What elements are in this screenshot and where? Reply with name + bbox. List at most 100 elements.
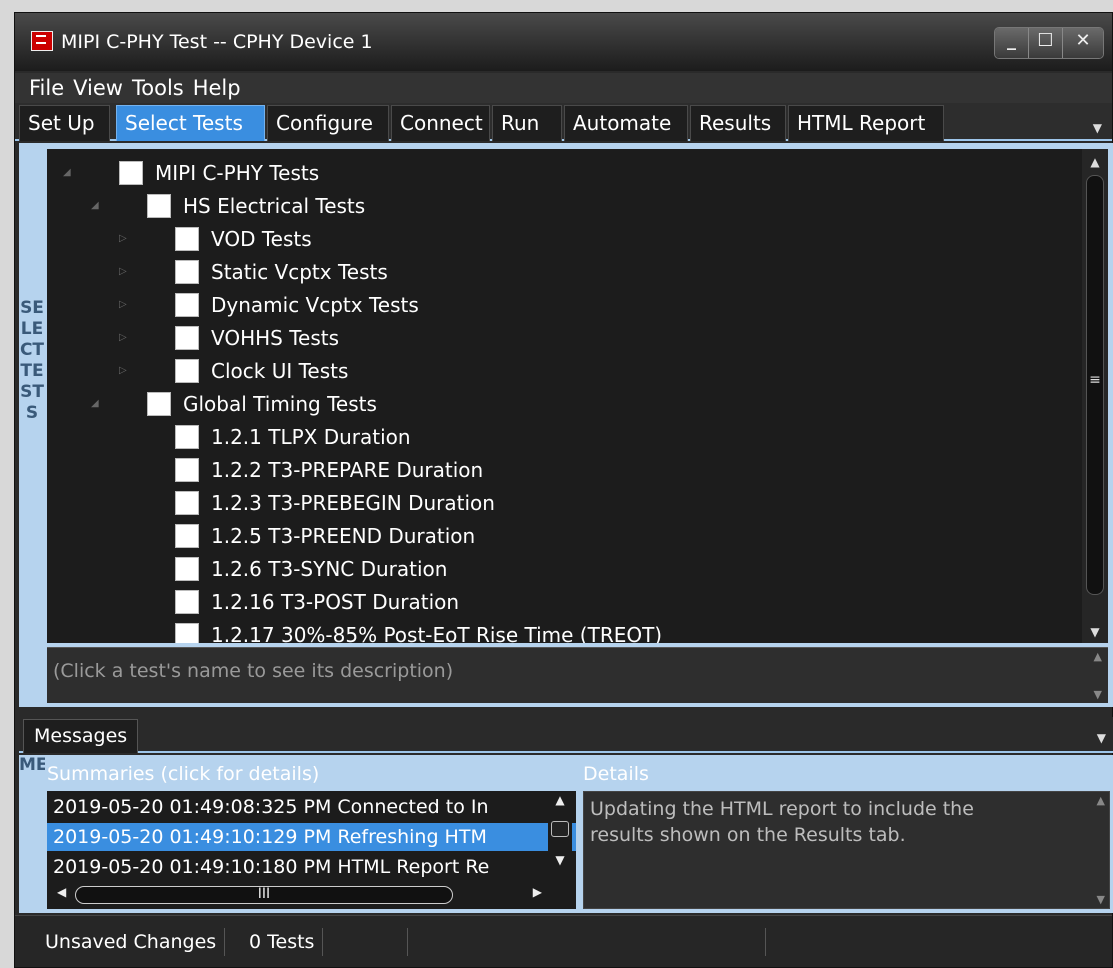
test-checkbox[interactable] xyxy=(175,491,199,515)
summaries-scroll-down-icon[interactable]: ▼ xyxy=(548,853,572,867)
scroll-up-icon[interactable]: ▲ xyxy=(1082,155,1108,169)
summaries-scroll-up-icon[interactable]: ▲ xyxy=(548,793,572,807)
tree-expanded-icon[interactable]: ◢ xyxy=(91,398,99,409)
summary-row[interactable]: 2019-05-20 01:49:10:129 PM Refreshing HT… xyxy=(47,823,576,851)
test-checkbox[interactable] xyxy=(119,161,143,185)
test-checkbox[interactable] xyxy=(175,293,199,317)
tree-collapsed-icon[interactable]: ▷ xyxy=(119,233,127,244)
tab-set-up[interactable]: Set Up xyxy=(19,105,110,141)
test-checkbox[interactable] xyxy=(147,392,171,416)
tree-row[interactable]: ◢ Global Timing Tests xyxy=(47,388,1082,421)
title-bar[interactable]: MIPI C-PHY Test -- CPHY Device 1 _ ☐ ✕ xyxy=(15,13,1112,71)
minimize-icon: _ xyxy=(1007,30,1016,51)
tree-scroll-thumb[interactable]: ≡ xyxy=(1086,175,1104,595)
maximize-button[interactable]: ☐ xyxy=(1029,28,1063,58)
tree-expanded-icon[interactable]: ◢ xyxy=(63,167,71,178)
summaries-hscroll-thumb[interactable]: III xyxy=(75,886,453,904)
menu-tools[interactable]: Tools xyxy=(132,76,184,100)
test-label[interactable]: VOD Tests xyxy=(211,227,312,251)
test-label[interactable]: 1.2.3 T3-PREBEGIN Duration xyxy=(211,491,495,515)
test-label[interactable]: Clock UI Tests xyxy=(211,359,348,383)
test-label[interactable]: 1.2.2 T3-PREPARE Duration xyxy=(211,458,483,482)
test-label[interactable]: 1.2.16 T3-POST Duration xyxy=(211,590,459,614)
tree-expanded-icon[interactable]: ◢ xyxy=(91,200,99,211)
tab-html-report[interactable]: HTML Report xyxy=(788,105,944,141)
select-tests-side-strip: SELECT TESTS xyxy=(19,143,45,707)
close-button[interactable]: ✕ xyxy=(1063,28,1103,58)
menu-view[interactable]: View xyxy=(73,76,123,100)
scroll-left-icon[interactable]: ◀ xyxy=(57,885,66,899)
tab-results[interactable]: Results xyxy=(690,105,786,141)
window-title: MIPI C-PHY Test -- CPHY Device 1 xyxy=(61,31,373,53)
scroll-down-icon[interactable]: ▼ xyxy=(1082,625,1108,639)
tab-run[interactable]: Run xyxy=(492,105,562,141)
status-test-count: 0 Tests xyxy=(241,928,324,956)
tree-row[interactable]: ▷ Static Vcptx Tests xyxy=(47,256,1082,289)
test-label[interactable]: 1.2.5 T3-PREEND Duration xyxy=(211,524,475,548)
summaries-vscrollbar[interactable]: ▲ ▼ xyxy=(548,791,572,881)
tree-row[interactable]: 1.2.1 TLPX Duration xyxy=(47,421,1082,454)
tree-row[interactable]: ▷ Dynamic Vcptx Tests xyxy=(47,289,1082,322)
details-scroll-down-icon[interactable]: ▼ xyxy=(1097,893,1105,906)
test-checkbox[interactable] xyxy=(175,227,199,251)
tab-automate[interactable]: Automate xyxy=(564,105,688,141)
tree-row[interactable]: ▷ VOHHS Tests xyxy=(47,322,1082,355)
minimize-button[interactable]: _ xyxy=(995,28,1029,58)
summary-row[interactable]: 2019-05-20 01:49:10:180 PM HTML Report R… xyxy=(47,853,576,881)
test-description-box: (Click a test's name to see its descript… xyxy=(47,647,1108,703)
test-checkbox[interactable] xyxy=(175,425,199,449)
test-checkbox[interactable] xyxy=(175,458,199,482)
tab-configure[interactable]: Configure xyxy=(267,105,389,141)
test-checkbox[interactable] xyxy=(175,623,199,643)
tree-row[interactable]: 1.2.5 T3-PREEND Duration xyxy=(47,520,1082,553)
desc-scroll-down-icon[interactable]: ▼ xyxy=(1094,688,1102,701)
test-checkbox[interactable] xyxy=(175,524,199,548)
tree-row[interactable]: ▷ VOD Tests xyxy=(47,223,1082,256)
summaries-scroll-thumb[interactable] xyxy=(551,821,569,837)
tree-scrollbar[interactable]: ▲ ≡ ▼ xyxy=(1082,149,1108,643)
tree-row[interactable]: ◢ MIPI C-PHY Tests xyxy=(47,157,1082,190)
test-checkbox[interactable] xyxy=(175,590,199,614)
test-checkbox[interactable] xyxy=(175,557,199,581)
tree-collapsed-icon[interactable]: ▷ xyxy=(119,266,127,277)
tabs-dropdown-icon[interactable]: ▼ xyxy=(1093,121,1102,135)
test-checkbox[interactable] xyxy=(175,326,199,350)
tab-messages[interactable]: Messages xyxy=(23,719,139,753)
test-label[interactable]: Global Timing Tests xyxy=(183,392,377,416)
tree-row[interactable]: 1.2.3 T3-PREBEGIN Duration xyxy=(47,487,1082,520)
scroll-right-icon[interactable]: ▶ xyxy=(533,885,542,899)
desc-scroll-up-icon[interactable]: ▲ xyxy=(1094,650,1102,663)
test-label[interactable]: MIPI C-PHY Tests xyxy=(155,161,319,185)
tab-connect[interactable]: Connect xyxy=(391,105,490,141)
details-scroll-up-icon[interactable]: ▲ xyxy=(1097,794,1105,807)
menu-help[interactable]: Help xyxy=(193,76,241,100)
summaries-hscrollbar[interactable]: ◀ III ▶ xyxy=(47,883,552,907)
maximize-icon: ☐ xyxy=(1037,30,1054,51)
menu-file[interactable]: File xyxy=(29,76,64,100)
summary-row[interactable]: 2019-05-20 01:49:08:325 PM Connected to … xyxy=(47,793,576,821)
tree-collapsed-icon[interactable]: ▷ xyxy=(119,332,127,343)
messages-dropdown-icon[interactable]: ▼ xyxy=(1097,731,1106,745)
test-label[interactable]: Static Vcptx Tests xyxy=(211,260,388,284)
tree-row[interactable]: 1.2.16 T3-POST Duration xyxy=(47,586,1082,619)
summaries-header: Summaries (click for details) xyxy=(47,763,320,785)
tree-collapsed-icon[interactable]: ▷ xyxy=(119,299,127,310)
test-label[interactable]: VOHHS Tests xyxy=(211,326,339,350)
status-divider xyxy=(407,928,408,956)
tree-collapsed-icon[interactable]: ▷ xyxy=(119,365,127,376)
test-checkbox[interactable] xyxy=(147,194,171,218)
tree-row[interactable]: 1.2.17 30%-85% Post-EoT Rise Time (TREOT… xyxy=(47,619,1082,643)
test-checkbox[interactable] xyxy=(175,359,199,383)
close-icon: ✕ xyxy=(1075,30,1091,51)
test-checkbox[interactable] xyxy=(175,260,199,284)
tree-row[interactable]: ◢ HS Electrical Tests xyxy=(47,190,1082,223)
test-label[interactable]: 1.2.6 T3-SYNC Duration xyxy=(211,557,447,581)
test-label[interactable]: HS Electrical Tests xyxy=(183,194,365,218)
tree-row[interactable]: 1.2.2 T3-PREPARE Duration xyxy=(47,454,1082,487)
test-label[interactable]: 1.2.1 TLPX Duration xyxy=(211,425,411,449)
tree-row[interactable]: 1.2.6 T3-SYNC Duration xyxy=(47,553,1082,586)
test-label[interactable]: Dynamic Vcptx Tests xyxy=(211,293,419,317)
tab-select-tests[interactable]: Select Tests xyxy=(116,105,265,141)
tree-row[interactable]: ▷ Clock UI Tests xyxy=(47,355,1082,388)
test-label[interactable]: 1.2.17 30%-85% Post-EoT Rise Time (TREOT… xyxy=(211,623,662,643)
